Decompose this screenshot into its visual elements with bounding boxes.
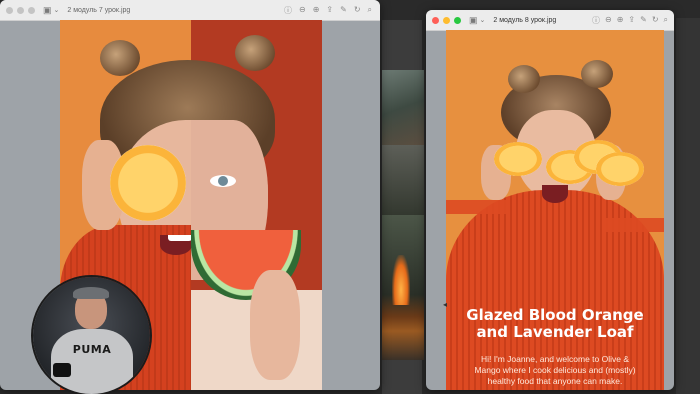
rotate-icon[interactable]: ↻ — [652, 15, 659, 26]
search-icon[interactable]: ⌕ — [664, 15, 668, 26]
info-icon[interactable]: ⓘ — [284, 5, 292, 16]
teeth — [168, 235, 192, 241]
window-titlebar: ▣ ⌄ 2 модуль 7 урок.jpg ⓘ ⊖ ⊕ ⇪ ✎ ↻ ⌕ — [0, 0, 380, 21]
headline-line: and Lavender Loaf — [476, 323, 634, 341]
window-controls — [432, 16, 461, 24]
rotate-icon[interactable]: ↻ — [354, 5, 361, 16]
thumbnail-image[interactable] — [382, 70, 424, 145]
webcam-overlay: PUMA — [33, 277, 150, 394]
window-title: 2 модуль 8 урок.jpg — [493, 16, 557, 24]
background-scrollbar[interactable] — [676, 18, 700, 394]
hair-bun — [235, 35, 275, 71]
zoom-button[interactable] — [454, 16, 461, 24]
orange-slice — [596, 152, 644, 186]
zoom-out-icon[interactable]: ⊖ — [299, 5, 306, 16]
chevron-down-icon[interactable]: ⌄ — [54, 7, 60, 14]
info-icon[interactable]: ⓘ — [592, 15, 600, 26]
minimize-button[interactable] — [443, 16, 450, 24]
hair-bun — [508, 65, 540, 93]
orange-slice — [494, 142, 542, 176]
zoom-in-icon[interactable]: ⊕ — [313, 5, 320, 16]
intro-line: Hi! I'm Joanne, and welcome to Olive & — [480, 354, 630, 364]
presenter-hair — [73, 287, 109, 299]
intro-line: healthy food that anyone can make. — [487, 376, 623, 386]
window-controls — [6, 6, 35, 14]
share-icon[interactable]: ⇪ — [326, 5, 333, 16]
glitch-stripe — [606, 218, 664, 232]
presenter-shirt — [51, 329, 133, 394]
thumbnail-image[interactable] — [382, 145, 424, 215]
shirt-logo: PUMA — [72, 343, 112, 356]
close-button[interactable] — [432, 16, 439, 24]
campfire-graphic — [392, 255, 410, 305]
poster-intro: Hi! I'm Joanne, and welcome to Olive & M… — [460, 354, 650, 387]
glitch-stripe — [621, 124, 664, 138]
search-icon[interactable]: ⌕ — [368, 5, 372, 16]
hair-bun — [581, 60, 613, 88]
hand — [250, 270, 300, 380]
zoom-out-icon[interactable]: ⊖ — [605, 15, 612, 26]
hair-bun — [100, 40, 140, 76]
glitch-stripe — [446, 124, 486, 138]
sidebar-icon[interactable]: ▣ — [469, 15, 478, 25]
window-title: 2 модуль 7 урок.jpg — [67, 6, 131, 14]
zoom-in-icon[interactable]: ⊕ — [617, 15, 624, 26]
zoom-button[interactable] — [28, 6, 35, 14]
eye — [210, 175, 236, 187]
markup-icon[interactable]: ✎ — [340, 5, 347, 16]
preview-window-2: ▣ ⌄ 2 модуль 8 урок.jpg ⓘ ⊖ ⊕ ⇪ ✎ ↻ ⌕ Gl… — [426, 10, 674, 390]
orange-slice — [110, 145, 186, 221]
poster-headline: Glazed Blood Orange and Lavender Loaf — [446, 307, 664, 341]
sidebar-icon[interactable]: ▣ — [43, 5, 52, 15]
markup-icon[interactable]: ✎ — [640, 15, 647, 26]
glitch-stripe — [446, 200, 506, 214]
chevron-down-icon[interactable]: ⌄ — [480, 17, 486, 24]
intro-line: Mango where I cook delicious and (mostly… — [474, 365, 636, 375]
window-titlebar: ▣ ⌄ 2 модуль 8 урок.jpg ⓘ ⊖ ⊕ ⇪ ✎ ↻ ⌕ — [426, 10, 674, 31]
share-icon[interactable]: ⇪ — [628, 15, 635, 26]
headline-line: Glazed Blood Orange — [466, 306, 644, 324]
resize-handle-icon[interactable]: ◂ — [443, 300, 448, 309]
poster-image: Glazed Blood Orange and Lavender Loaf Hi… — [446, 30, 664, 390]
close-button[interactable] — [6, 6, 13, 14]
minimize-button[interactable] — [17, 6, 24, 14]
camera-icon — [53, 363, 71, 377]
mouth — [542, 185, 568, 203]
